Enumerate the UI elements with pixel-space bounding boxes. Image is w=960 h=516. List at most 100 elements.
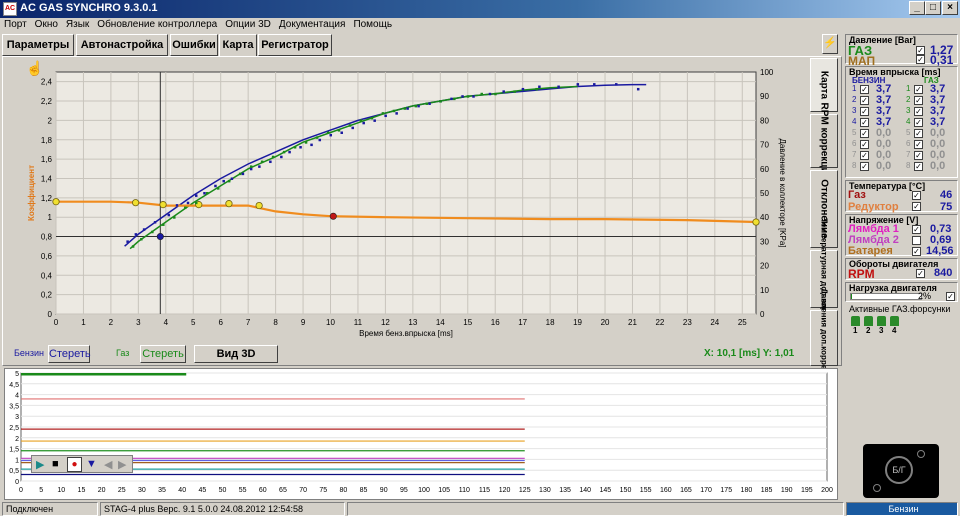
temp-gaz-value: 46 (940, 189, 953, 201)
chart-controls: Бензин Стереть Газ Стереть Вид 3D X: 10,… (4, 344, 808, 364)
recorder-x-tick: 115 (479, 487, 490, 494)
benzin-clear-button[interactable]: Стереть (48, 345, 91, 363)
gaz-cyl-check[interactable]: ✓ (914, 129, 923, 138)
gaz-points-point (513, 90, 516, 93)
tab-errors[interactable]: Ошибки (170, 34, 218, 56)
x-tick-label: 19 (573, 318, 582, 327)
menu-help[interactable]: Помощь (349, 18, 396, 31)
gaz-points-point (238, 172, 242, 176)
y2-tick-label: 50 (760, 189, 769, 198)
recorder-x-tick: 130 (539, 487, 551, 494)
menu-update[interactable]: Обновление контроллера (93, 18, 221, 31)
recorder-x-tick: 110 (459, 487, 470, 494)
back-icon[interactable]: ◀ (104, 458, 112, 471)
recorder-chart[interactable]: 00,511,522,533,544,550 5 10 15 20 25 30 35 40 45 5… (5, 369, 839, 501)
map-chart[interactable]: 0 1 2 3 4 5 6 7 8 9 10 11 12 13 14 15 16 17 18 19 20 21 22 23 24… (4, 60, 808, 340)
gaz-cyl-check[interactable]: ✓ (914, 151, 923, 160)
status-connection: Подключен (2, 502, 98, 516)
benzin-cyl-check[interactable]: ✓ (860, 151, 869, 160)
gaz-points-point (414, 104, 418, 108)
benzin-points-point (461, 95, 464, 98)
menu-language[interactable]: Язык (62, 18, 93, 31)
stop-icon[interactable]: ■ (52, 458, 59, 470)
gaz-cyl-check[interactable]: ✓ (914, 96, 923, 105)
injection-group: Время впрыска [ms] БЕНЗИН ГАЗ 1 ✓ 3,7 1 ✓ 3,7… (845, 66, 958, 178)
menu-port[interactable]: Порт (0, 18, 31, 31)
gaz-points-point (271, 155, 275, 159)
recorder-x-tick: 70 (299, 487, 307, 494)
temp-reducer-check[interactable]: ✓ (912, 202, 921, 211)
step-down-icon[interactable]: ▼ (86, 458, 97, 470)
tab-parameters[interactable]: Параметры (2, 34, 74, 56)
benzin-points-point (186, 201, 190, 205)
y-tick-label: 1,4 (41, 174, 53, 183)
injector-icon (890, 316, 899, 326)
record-icon[interactable]: ● (67, 457, 82, 472)
fuel-switch[interactable]: Б/Г (863, 444, 939, 498)
play-icon[interactable]: ▶ (36, 458, 44, 471)
temp-gaz-check[interactable]: ✓ (912, 191, 921, 200)
recorder-y-tick: 3,5 (9, 403, 19, 410)
x-tick-label: 7 (246, 318, 251, 327)
tab-recorder[interactable]: Регистратор (258, 34, 332, 56)
gaz-points-point (453, 97, 456, 101)
recorder-x-tick: 200 (821, 487, 833, 494)
benzin-points-point (521, 87, 525, 91)
recorder-x-tick: 65 (279, 487, 287, 494)
benzin-cyl-check[interactable]: ✓ (860, 107, 869, 116)
menu-docs[interactable]: Документация (275, 18, 350, 31)
x-tick-label: 18 (546, 318, 555, 327)
menu-window[interactable]: Окно (31, 18, 62, 31)
gaz-pressure-check[interactable]: ✓ (916, 46, 925, 55)
rpm-label: RPM (848, 267, 875, 281)
gaz-cyl-check[interactable]: ✓ (914, 140, 923, 149)
gaz-cyl-check[interactable]: ✓ (914, 107, 923, 116)
maximize-button[interactable]: □ (925, 1, 941, 15)
benzin-cyl-check[interactable]: ✓ (860, 140, 869, 149)
gaz-cyl-check[interactable]: ✓ (914, 118, 923, 127)
benzin-points-point (406, 107, 409, 110)
recorder-x-tick: 95 (400, 487, 408, 494)
recorder-x-tick: 155 (640, 487, 652, 494)
gaz-cyl-check[interactable]: ✓ (914, 85, 923, 94)
menu-3d-options[interactable]: Опции 3D (221, 18, 275, 31)
vtab-pressure-correction[interactable]: Давления доп.коррекция (810, 288, 838, 388)
battery-check[interactable]: ✓ (912, 247, 921, 256)
map-check[interactable]: ✓ (916, 55, 925, 64)
gaz-clear-button[interactable]: Стереть (140, 345, 186, 363)
lambda1-check[interactable]: ✓ (912, 225, 921, 234)
vtab-rpm-correction[interactable]: RPM коррекция (810, 103, 838, 179)
load-check[interactable]: ✓ (946, 292, 955, 301)
close-button[interactable]: × (942, 1, 958, 15)
x-tick-label: 14 (436, 318, 445, 327)
lambda2-check[interactable] (912, 236, 921, 245)
injector-icon (877, 316, 886, 326)
benzin-cyl-check[interactable]: ✓ (860, 96, 869, 105)
x-tick-label: 0 (54, 318, 59, 327)
benzin-cyl-check[interactable]: ✓ (860, 118, 869, 127)
forward-icon[interactable]: ▶ (118, 458, 126, 471)
x-tick-label: 5 (191, 318, 196, 327)
benzin-cyl-check[interactable]: ✓ (860, 162, 869, 171)
tab-autotune[interactable]: Автонастройка (76, 34, 168, 56)
view-3d-button[interactable]: Вид 3D (194, 345, 278, 363)
tab-map[interactable]: Карта (219, 34, 257, 56)
x-tick-label: 20 (601, 318, 610, 327)
gaz-cyl-check[interactable]: ✓ (914, 162, 923, 171)
gaz-points-point (140, 237, 143, 241)
gaz-points-point (162, 223, 165, 226)
benzin-cyl-check[interactable]: ✓ (860, 85, 869, 94)
benzin-points-point (472, 95, 475, 98)
battery-label: Батарея (848, 245, 893, 257)
recorder-x-tick: 175 (720, 487, 732, 494)
gaz-cyl-number: 5 (906, 128, 911, 137)
benzin-cyl-check[interactable]: ✓ (860, 129, 869, 138)
rpm-check[interactable]: ✓ (916, 269, 925, 278)
minimize-button[interactable]: _ (909, 1, 925, 15)
tool-icon[interactable]: ⚡ (822, 34, 838, 54)
gaz-points-point (403, 107, 407, 110)
benzin-points-point (310, 143, 313, 147)
injector-number: 4 (892, 326, 897, 335)
fuel-switch-button[interactable]: Б/Г (885, 456, 913, 484)
benzin-points-point (417, 104, 420, 108)
